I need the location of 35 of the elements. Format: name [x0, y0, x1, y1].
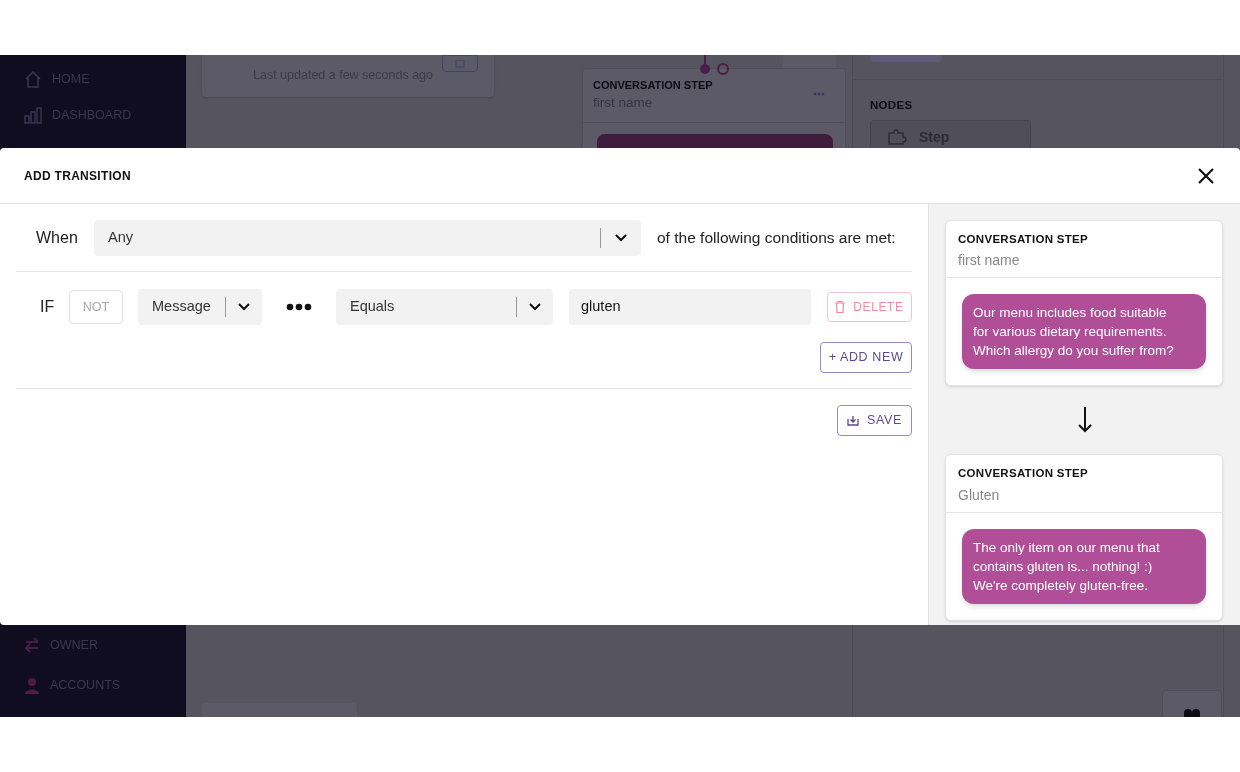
home-icon: [24, 70, 42, 88]
arrow-down-icon: [1077, 407, 1092, 434]
operator-select[interactable]: Equals: [336, 289, 553, 325]
field-select[interactable]: Message: [138, 289, 262, 325]
not-toggle[interactable]: NOT: [69, 290, 123, 324]
save-button[interactable]: SAVE: [837, 405, 912, 436]
puzzle-icon: [887, 127, 907, 145]
bar-chart-icon: [24, 106, 42, 124]
step-name: Gluten: [958, 485, 1001, 505]
chevron-down-icon: [238, 303, 250, 311]
step-title: CONVERSATION STEP: [958, 232, 1089, 247]
match-select[interactable]: Any: [94, 219, 641, 256]
message-bubble: Our menu includes food suitable for various dietary requirements. Which allergy do you suffer from?: [962, 294, 1206, 370]
swap-arrows-icon: [24, 637, 40, 653]
conditions-text: of the following conditions are met:: [657, 227, 896, 248]
delete-button[interactable]: DELETE: [827, 292, 912, 322]
close-button[interactable]: [1196, 165, 1216, 186]
nodes-heading: NODES: [870, 98, 913, 113]
close-icon: [1198, 167, 1214, 184]
modal-title: ADD TRANSITION: [24, 167, 131, 185]
more-icon[interactable]: [286, 303, 312, 311]
if-label: IF: [40, 297, 56, 317]
value-field[interactable]: gluten: [569, 289, 811, 325]
step-title: CONVERSATION STEP: [593, 78, 713, 93]
step-title: CONVERSATION STEP: [958, 466, 1089, 482]
when-label: When: [36, 227, 79, 248]
chevron-down-icon: [529, 303, 541, 311]
step-name: first name: [958, 251, 1021, 271]
trash-icon: [835, 301, 846, 313]
person-icon: [24, 676, 40, 694]
download-tray-icon: [847, 415, 860, 426]
add-new-button[interactable]: + ADD NEW: [820, 342, 912, 373]
message-bubble: The only item on our menu that contains gluten is... nothing! :) We're completely gluten-free.: [962, 528, 1206, 604]
connector-dots-drawing: [698, 55, 730, 75]
chevron-down-icon: [615, 233, 627, 242]
